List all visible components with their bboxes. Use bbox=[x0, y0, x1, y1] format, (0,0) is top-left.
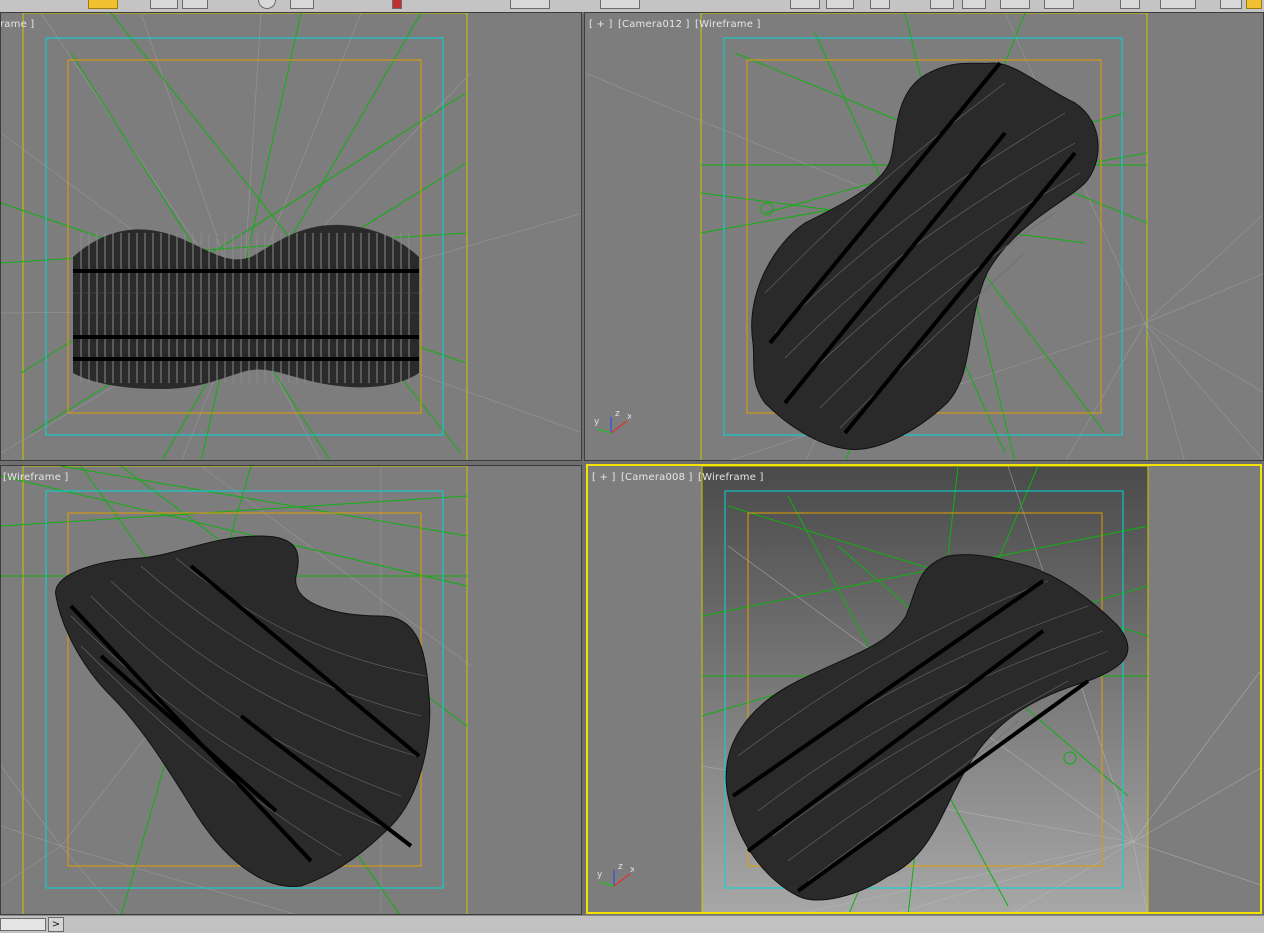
render-frame-icon[interactable] bbox=[1000, 0, 1030, 9]
panel-toggle-icon[interactable] bbox=[1246, 0, 1262, 9]
curve-editor-icon[interactable] bbox=[826, 0, 854, 9]
snap-icon[interactable] bbox=[392, 0, 402, 9]
viewport-top-right-canvas bbox=[585, 13, 1263, 460]
viewport-label-camera[interactable]: [Camera012 ] bbox=[618, 19, 690, 30]
viewport-label[interactable]: [Wireframe ] bbox=[3, 472, 71, 483]
quick-render-icon[interactable] bbox=[1120, 0, 1140, 9]
viewport-label-shading[interactable]: rame ] bbox=[1, 19, 34, 30]
viewport-bottom-left[interactable]: [Wireframe ] bbox=[0, 465, 582, 915]
viewport-top-left[interactable]: rame ] bbox=[0, 12, 582, 461]
render-setup-icon[interactable] bbox=[962, 0, 986, 9]
select-object-icon[interactable] bbox=[88, 0, 118, 9]
align-icon[interactable] bbox=[600, 0, 640, 9]
viewport-label[interactable]: [ + ] [Camera008 ] [Wireframe ] bbox=[592, 472, 766, 483]
viewport-area: rame ] [+] [Camera012] [Wireframe] z… bbox=[0, 12, 1264, 915]
viewport-label-shading[interactable]: [Wireframe ] bbox=[698, 472, 764, 483]
viewport-bottom-right-canvas bbox=[588, 466, 1260, 912]
axis-tripod-icon: z x y bbox=[594, 860, 634, 890]
time-slider[interactable] bbox=[0, 918, 46, 931]
viewport-top-right[interactable]: [ + ] [Camera012 ] [Wireframe ] z x y bbox=[584, 12, 1264, 461]
axis-z-label: z bbox=[615, 409, 620, 419]
viewport-menu-plus[interactable]: [ + ] bbox=[592, 472, 616, 483]
viewport-top-left-canvas bbox=[1, 13, 581, 460]
select-window-icon[interactable] bbox=[182, 0, 208, 9]
axis-tripod-icon: z x y bbox=[591, 407, 631, 437]
scale-icon[interactable] bbox=[290, 0, 314, 9]
viewport-label[interactable]: rame ] bbox=[1, 19, 36, 30]
axis-z-label: z bbox=[618, 862, 623, 872]
viewport-label-camera[interactable]: [Camera008 ] bbox=[621, 472, 693, 483]
status-bar: > bbox=[0, 915, 1264, 933]
extra-tools-icon[interactable] bbox=[1160, 0, 1196, 9]
viewport-bottom-left-canvas bbox=[1, 466, 581, 914]
axis-x-label: x bbox=[630, 865, 634, 875]
render-icon[interactable] bbox=[1044, 0, 1074, 9]
select-region-icon[interactable] bbox=[150, 0, 178, 9]
next-frame-button[interactable]: > bbox=[48, 917, 64, 932]
layers-icon[interactable] bbox=[790, 0, 820, 9]
viewport-label-shading[interactable]: [Wireframe ] bbox=[3, 472, 69, 483]
axis-y-label: y bbox=[594, 417, 600, 427]
rotate-icon[interactable] bbox=[258, 0, 276, 9]
material-editor-icon[interactable] bbox=[930, 0, 954, 9]
viewport-label[interactable]: [ + ] [Camera012 ] [Wireframe ] bbox=[589, 19, 763, 30]
viewport-label-shading[interactable]: [Wireframe ] bbox=[695, 19, 761, 30]
viewport-menu-plus[interactable]: [ + ] bbox=[589, 19, 613, 30]
axis-y-label: y bbox=[597, 870, 603, 880]
viewport-bottom-right[interactable]: [ + ] [Camera008 ] [Wireframe ] z x y bbox=[586, 464, 1262, 914]
mirror-icon[interactable] bbox=[510, 0, 550, 9]
axis-x-label: x bbox=[627, 412, 631, 422]
toolbar-end-icon[interactable] bbox=[1220, 0, 1242, 9]
schematic-icon[interactable] bbox=[870, 0, 890, 9]
